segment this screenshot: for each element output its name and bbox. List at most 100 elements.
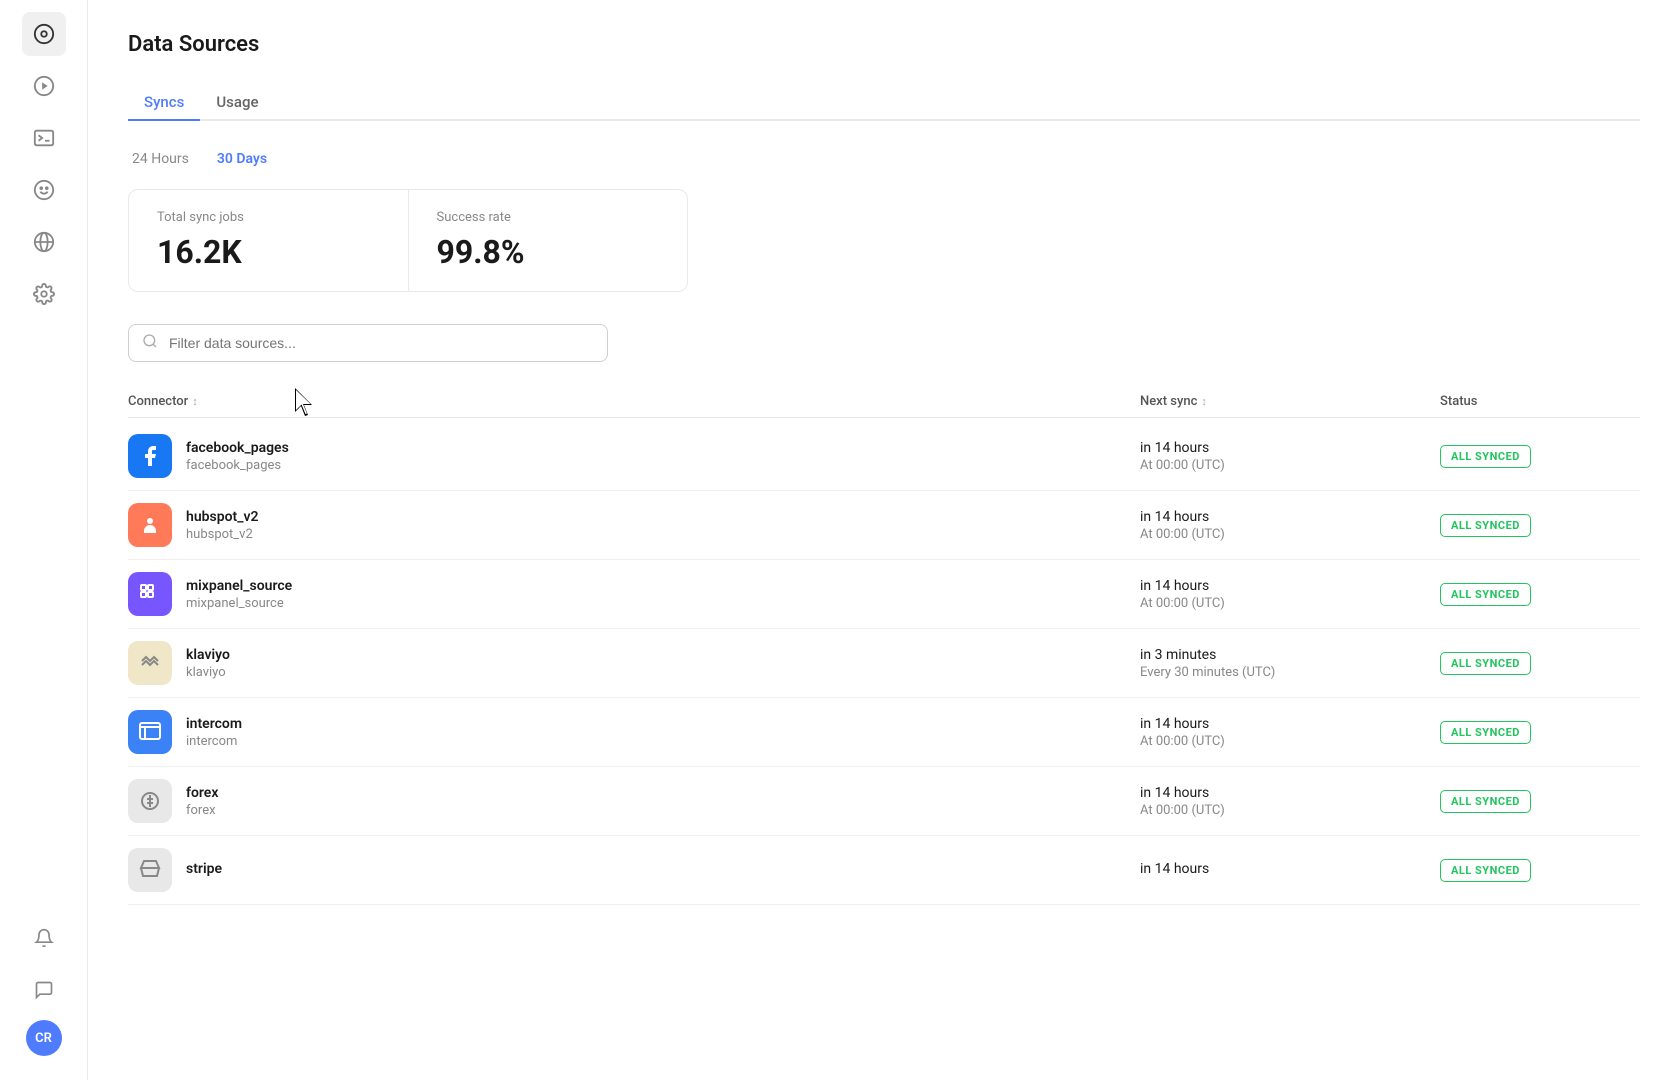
table-row[interactable]: intercom intercom in 14 hours At 00:00 (…	[128, 698, 1640, 767]
status-cell: ALL SYNCED	[1440, 859, 1640, 882]
connector-sub: klaviyo	[186, 665, 230, 680]
next-sync-cell: in 3 minutes Every 30 minutes (UTC)	[1140, 647, 1440, 680]
connector-cell: forex forex	[128, 779, 1140, 823]
connector-info: mixpanel_source mixpanel_source	[186, 578, 292, 611]
connector-info: stripe	[186, 861, 222, 879]
status-badge: ALL SYNCED	[1440, 583, 1531, 606]
next-sync-utc: At 00:00 (UTC)	[1140, 596, 1440, 611]
sidebar: CR	[0, 0, 88, 1080]
connector-sub: forex	[186, 803, 218, 818]
page-title: Data Sources	[128, 32, 1640, 57]
connector-name: forex	[186, 785, 218, 801]
time-filter: 24 Hours 30 Days	[128, 149, 1640, 169]
next-sync-cell: in 14 hours At 00:00 (UTC)	[1140, 509, 1440, 542]
table-header: Connector ↕ Next sync ↕ Status	[128, 386, 1640, 418]
status-badge: ALL SYNCED	[1440, 859, 1531, 882]
filter-30d[interactable]: 30 Days	[213, 149, 271, 169]
table-row[interactable]: stripe in 14 hours ALL SYNCED	[128, 836, 1640, 905]
status-cell: ALL SYNCED	[1440, 790, 1640, 813]
connector-logo-ic	[128, 710, 172, 754]
sidebar-icon-face[interactable]	[22, 168, 66, 212]
stat-total-value: 16.2K	[157, 233, 380, 271]
table-row[interactable]: klaviyo klaviyo in 3 minutes Every 30 mi…	[128, 629, 1640, 698]
sidebar-icon-settings[interactable]	[22, 272, 66, 316]
next-sync-time: in 14 hours	[1140, 785, 1440, 801]
connector-info: intercom intercom	[186, 716, 242, 749]
table-row[interactable]: hubspot_v2 hubspot_v2 in 14 hours At 00:…	[128, 491, 1640, 560]
connector-info: hubspot_v2 hubspot_v2	[186, 509, 258, 542]
status-badge: ALL SYNCED	[1440, 721, 1531, 744]
status-cell: ALL SYNCED	[1440, 445, 1640, 468]
tab-usage[interactable]: Usage	[200, 85, 274, 121]
stat-success-rate: Success rate 99.8%	[408, 190, 688, 291]
connector-info: klaviyo klaviyo	[186, 647, 230, 680]
next-sync-time: in 14 hours	[1140, 440, 1440, 456]
main-content: Data Sources Syncs Usage 24 Hours 30 Day…	[88, 0, 1680, 1080]
connector-cell: klaviyo klaviyo	[128, 641, 1140, 685]
tabs-container: Syncs Usage	[128, 85, 1640, 121]
col-next-sync: Next sync ↕	[1140, 394, 1440, 409]
avatar[interactable]: CR	[26, 1020, 62, 1056]
connector-sub: facebook_pages	[186, 458, 289, 473]
connector-sub: hubspot_v2	[186, 527, 258, 542]
table-row[interactable]: mixpanel_source mixpanel_source in 14 ho…	[128, 560, 1640, 629]
connector-cell: stripe	[128, 848, 1140, 892]
status-badge: ALL SYNCED	[1440, 445, 1531, 468]
stat-total-label: Total sync jobs	[157, 210, 380, 225]
table-row[interactable]: facebook_pages facebook_pages in 14 hour…	[128, 422, 1640, 491]
connector-cell: intercom intercom	[128, 710, 1140, 754]
sort-nextsync-icon[interactable]: ↕	[1201, 395, 1207, 408]
stat-success-value: 99.8%	[437, 233, 660, 271]
next-sync-utc: At 00:00 (UTC)	[1140, 803, 1440, 818]
connector-info: forex forex	[186, 785, 218, 818]
search-input[interactable]	[128, 324, 608, 362]
col-status: Status	[1440, 394, 1640, 409]
stats-row: Total sync jobs 16.2K Success rate 99.8%	[128, 189, 688, 292]
next-sync-utc: At 00:00 (UTC)	[1140, 527, 1440, 542]
sidebar-icon-globe[interactable]	[22, 220, 66, 264]
sidebar-icon-home[interactable]	[22, 12, 66, 56]
bell-icon[interactable]	[22, 916, 66, 960]
status-cell: ALL SYNCED	[1440, 514, 1640, 537]
connector-logo-st	[128, 848, 172, 892]
connector-logo-kl	[128, 641, 172, 685]
next-sync-cell: in 14 hours	[1140, 861, 1440, 879]
status-cell: ALL SYNCED	[1440, 583, 1640, 606]
tab-syncs[interactable]: Syncs	[128, 85, 200, 121]
connector-sub: mixpanel_source	[186, 596, 292, 611]
next-sync-cell: in 14 hours At 00:00 (UTC)	[1140, 716, 1440, 749]
chat-icon[interactable]	[22, 968, 66, 1012]
sort-connector-icon[interactable]: ↕	[192, 395, 198, 408]
table-body: facebook_pages facebook_pages in 14 hour…	[128, 422, 1640, 905]
connector-cell: mixpanel_source mixpanel_source	[128, 572, 1140, 616]
next-sync-utc: At 00:00 (UTC)	[1140, 734, 1440, 749]
connector-name: stripe	[186, 861, 222, 877]
connector-name: intercom	[186, 716, 242, 732]
status-cell: ALL SYNCED	[1440, 652, 1640, 675]
next-sync-time: in 14 hours	[1140, 861, 1440, 877]
connector-info: facebook_pages facebook_pages	[186, 440, 289, 473]
connector-logo-hs	[128, 503, 172, 547]
next-sync-time: in 14 hours	[1140, 578, 1440, 594]
next-sync-time: in 14 hours	[1140, 716, 1440, 732]
status-badge: ALL SYNCED	[1440, 514, 1531, 537]
next-sync-time: in 14 hours	[1140, 509, 1440, 525]
next-sync-cell: in 14 hours At 00:00 (UTC)	[1140, 578, 1440, 611]
sidebar-icon-play[interactable]	[22, 64, 66, 108]
connector-name: hubspot_v2	[186, 509, 258, 525]
search-icon	[142, 333, 158, 353]
connector-name: klaviyo	[186, 647, 230, 663]
sidebar-icon-terminal[interactable]	[22, 116, 66, 160]
connector-logo-fx	[128, 779, 172, 823]
connector-name: facebook_pages	[186, 440, 289, 456]
next-sync-utc: At 00:00 (UTC)	[1140, 458, 1440, 473]
filter-24h[interactable]: 24 Hours	[128, 149, 193, 169]
connector-name: mixpanel_source	[186, 578, 292, 594]
table-row[interactable]: forex forex in 14 hours At 00:00 (UTC) A…	[128, 767, 1640, 836]
next-sync-time: in 3 minutes	[1140, 647, 1440, 663]
col-connector: Connector ↕	[128, 394, 1140, 409]
stat-total-sync: Total sync jobs 16.2K	[129, 190, 408, 291]
status-badge: ALL SYNCED	[1440, 652, 1531, 675]
status-cell: ALL SYNCED	[1440, 721, 1640, 744]
next-sync-cell: in 14 hours At 00:00 (UTC)	[1140, 440, 1440, 473]
